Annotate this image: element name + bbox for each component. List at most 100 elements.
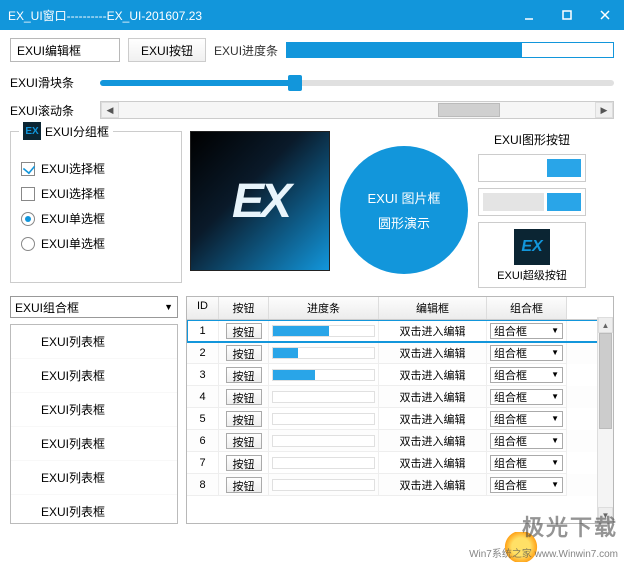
- row-button[interactable]: 按钮: [226, 433, 262, 449]
- col-progress[interactable]: 进度条: [269, 297, 379, 319]
- table-vertical-scrollbar[interactable]: ▲ ▼: [597, 317, 613, 523]
- cell-progress: [269, 320, 379, 342]
- radio-1[interactable]: EXUI单选框: [21, 210, 171, 227]
- radio-icon: [21, 237, 35, 251]
- cell-combo: 组合框: [487, 430, 567, 452]
- data-table: ID 按钮 进度条 编辑框 组合框 1按钮双击进入编辑组合框2按钮双击进入编辑组…: [186, 296, 614, 524]
- table-row[interactable]: 8 按钮 双击进入编辑组合框: [187, 474, 613, 496]
- cell-id: 8: [187, 474, 219, 496]
- table-row[interactable]: 2按钮双击进入编辑组合框: [187, 342, 613, 364]
- row-combobox[interactable]: 组合框: [490, 433, 563, 449]
- row-combobox[interactable]: 组合框: [490, 323, 563, 339]
- checkbox-icon: [21, 187, 35, 201]
- scroll-right-button[interactable]: ▶: [595, 102, 613, 118]
- cell-id: 1: [187, 320, 219, 342]
- titlebar: EX_UI窗口----------EX_UI-201607.23: [0, 0, 624, 30]
- scroll-left-button[interactable]: ◀: [101, 102, 119, 118]
- col-edit[interactable]: 编辑框: [379, 297, 487, 319]
- cell-edit[interactable]: 双击进入编辑: [379, 474, 487, 496]
- table-row[interactable]: 5按钮双击进入编辑组合框: [187, 408, 613, 430]
- cell-progress: [269, 430, 379, 452]
- slider-label: EXUI滑块条: [10, 74, 90, 91]
- listbox[interactable]: EXUI列表框EXUI列表框EXUI列表框EXUI列表框EXUI列表框EXUI列…: [10, 324, 178, 524]
- row-button[interactable]: 按钮: [226, 411, 262, 427]
- graphic-button-1[interactable]: [478, 154, 586, 182]
- super-button[interactable]: EX: [514, 229, 550, 265]
- table-row[interactable]: 3 按钮 双击进入编辑组合框: [187, 364, 613, 386]
- cell-edit[interactable]: 双击进入编辑: [379, 342, 487, 364]
- checkbox-1[interactable]: EXUI选择框: [21, 160, 171, 177]
- list-item[interactable]: EXUI列表框: [11, 325, 177, 359]
- cell-edit[interactable]: 双击进入编辑: [379, 386, 487, 408]
- checkbox-2[interactable]: EXUI选择框: [21, 185, 171, 202]
- cell-combo: 组合框: [487, 342, 567, 364]
- scroll-thumb[interactable]: [438, 103, 500, 117]
- cell-combo: 组合框: [487, 386, 567, 408]
- col-id[interactable]: ID: [187, 297, 219, 319]
- scroll-thumb[interactable]: [599, 333, 612, 429]
- row-button[interactable]: 按钮: [226, 477, 262, 493]
- scroll-down-button[interactable]: ▼: [598, 507, 613, 523]
- table-row[interactable]: 7按钮双击进入编辑组合框: [187, 452, 613, 474]
- cell-edit[interactable]: 双击进入编辑: [379, 452, 487, 474]
- col-combo[interactable]: 组合框: [487, 297, 567, 319]
- list-item[interactable]: EXUI列表框: [11, 359, 177, 393]
- row-combobox[interactable]: 组合框: [490, 477, 563, 493]
- row-button[interactable]: 按钮: [226, 455, 262, 471]
- list-item[interactable]: EXUI列表框: [11, 461, 177, 495]
- close-button[interactable]: [586, 0, 624, 30]
- groupbox-title: EXUI分组框: [45, 123, 109, 140]
- row-button[interactable]: 按钮: [226, 389, 262, 405]
- cell-combo: 组合框: [487, 408, 567, 430]
- slider[interactable]: [100, 80, 614, 86]
- cell-combo: 组合框: [487, 320, 567, 342]
- row-combobox[interactable]: 组合框: [490, 389, 563, 405]
- groupbox: EXEXUI分组框 EXUI选择框 EXUI选择框 EXUI单选框 EXUI单选…: [10, 131, 182, 283]
- exui-button[interactable]: EXUI按钮: [128, 38, 206, 62]
- window-title: EX_UI窗口----------EX_UI-201607.23: [8, 7, 202, 24]
- col-button[interactable]: 按钮: [219, 297, 269, 319]
- table-row[interactable]: 1 按钮 双击进入编辑组合框: [187, 320, 613, 342]
- row-button[interactable]: 按钮: [226, 345, 262, 361]
- list-item[interactable]: EXUI列表框: [11, 427, 177, 461]
- combobox[interactable]: EXUI组合框: [10, 296, 178, 318]
- row-combobox[interactable]: 组合框: [490, 455, 563, 471]
- cell-edit[interactable]: 双击进入编辑: [379, 320, 487, 342]
- scrollbar-label: EXUI滚动条: [10, 102, 90, 119]
- radio-2[interactable]: EXUI单选框: [21, 235, 171, 252]
- cell-button: 按钮: [219, 320, 269, 342]
- row-combobox[interactable]: 组合框: [490, 345, 563, 361]
- slider-thumb[interactable]: [288, 75, 302, 91]
- scroll-up-button[interactable]: ▲: [598, 317, 613, 333]
- circle-image-box: EXUI 图片框 圆形演示: [340, 146, 468, 274]
- row-combobox[interactable]: 组合框: [490, 411, 563, 427]
- ex-logo-icon: EX: [232, 174, 288, 229]
- table-row[interactable]: 4按钮双击进入编辑组合框: [187, 386, 613, 408]
- maximize-button[interactable]: [548, 0, 586, 30]
- cell-id: 3: [187, 364, 219, 386]
- cell-id: 6: [187, 430, 219, 452]
- horizontal-scrollbar[interactable]: ◀ ▶: [100, 101, 614, 119]
- cell-progress: [269, 408, 379, 430]
- row-button[interactable]: 按钮: [226, 323, 262, 339]
- cell-progress: [269, 364, 379, 386]
- row-combobox[interactable]: 组合框: [490, 367, 563, 383]
- list-item[interactable]: EXUI列表框: [11, 393, 177, 427]
- radio-icon: [21, 212, 35, 226]
- cell-button: 按钮: [219, 452, 269, 474]
- row-button[interactable]: 按钮: [226, 367, 262, 383]
- list-item[interactable]: EXUI列表框: [11, 495, 177, 524]
- graphic-button-2[interactable]: [478, 188, 586, 216]
- progress-bar: [286, 42, 614, 58]
- progress-label: EXUI进度条: [214, 42, 278, 59]
- cell-edit[interactable]: 双击进入编辑: [379, 430, 487, 452]
- edit-field[interactable]: [10, 38, 120, 62]
- minimize-button[interactable]: [510, 0, 548, 30]
- table-row[interactable]: 6 按钮 双击进入编辑组合框: [187, 430, 613, 452]
- super-button-group: EX EXUI超级按钮: [478, 222, 586, 288]
- cell-edit[interactable]: 双击进入编辑: [379, 408, 487, 430]
- cell-button: 按钮: [219, 430, 269, 452]
- cell-progress: [269, 342, 379, 364]
- cell-edit[interactable]: 双击进入编辑: [379, 364, 487, 386]
- cell-button: 按钮: [219, 474, 269, 496]
